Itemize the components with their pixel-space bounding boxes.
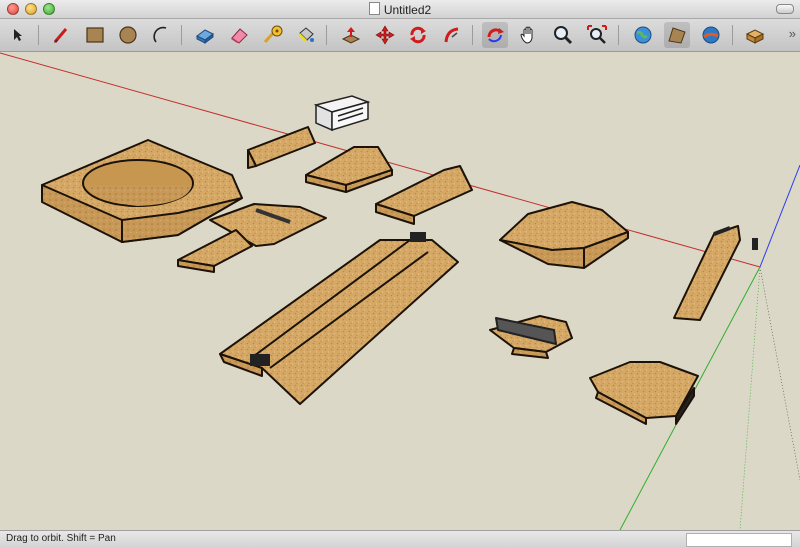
follow-me-icon[interactable]	[439, 22, 465, 48]
box-model[interactable]	[313, 95, 371, 132]
toolbar-toggle-button[interactable]	[776, 4, 794, 14]
get-models-icon[interactable]	[630, 22, 656, 48]
toolbar-separator	[618, 25, 619, 45]
status-bar: Drag to orbit. Shift = Pan	[0, 530, 800, 547]
title-bar: Untitled2	[0, 0, 800, 19]
share-model-icon[interactable]	[664, 22, 690, 48]
toolbar-separator	[326, 25, 327, 45]
toolbar-separator	[38, 25, 39, 45]
orbit-tool-icon[interactable]	[482, 22, 508, 48]
line-tool-icon[interactable]	[48, 22, 74, 48]
tape-measure-icon[interactable]	[260, 22, 286, 48]
paint-bucket-icon[interactable]	[293, 22, 319, 48]
model-viewport[interactable]	[0, 52, 800, 530]
toolbar-separator	[181, 25, 182, 45]
components-icon[interactable]	[742, 22, 768, 48]
green-axis-neg	[739, 266, 761, 530]
small-ramp-1[interactable]	[247, 126, 316, 169]
circle-tool-icon[interactable]	[115, 22, 141, 48]
grind-box[interactable]	[489, 315, 573, 359]
push-pull-icon[interactable]	[338, 22, 364, 48]
rail-ramp-right[interactable]	[673, 225, 758, 321]
bowl-ramp[interactable]	[41, 139, 243, 243]
eraser-tool-icon[interactable]	[226, 22, 252, 48]
zoom-extents-icon[interactable]	[584, 22, 610, 48]
toolbar-separator	[472, 25, 473, 45]
blue-axis	[759, 164, 800, 268]
status-hint: Drag to orbit. Shift = Pan	[6, 533, 116, 544]
move-tool-icon[interactable]	[372, 22, 398, 48]
toolbar: »	[0, 19, 800, 52]
rotate-tool-icon[interactable]	[405, 22, 431, 48]
select-tool-icon[interactable]	[4, 22, 30, 48]
google-earth-icon[interactable]	[698, 22, 724, 48]
arc-tool-icon[interactable]	[148, 22, 174, 48]
model-canvas[interactable]	[0, 52, 800, 530]
rectangle-tool-icon[interactable]	[82, 22, 108, 48]
kicker-ramp[interactable]	[305, 146, 393, 193]
window-title-text: Untitled2	[383, 3, 432, 17]
launch-ramp[interactable]	[589, 361, 699, 425]
window-title: Untitled2	[0, 2, 800, 17]
make-component-icon[interactable]	[192, 22, 218, 48]
document-icon	[368, 2, 380, 15]
toolbar-overflow-button[interactable]: »	[789, 26, 796, 41]
pan-tool-icon[interactable]	[516, 22, 542, 48]
blue-axis-neg	[759, 266, 800, 481]
long-ledge-ramp[interactable]	[219, 232, 459, 405]
pyramid-box[interactable]	[499, 201, 629, 269]
toolbar-separator	[732, 25, 733, 45]
zoom-tool-icon[interactable]	[550, 22, 576, 48]
measurements-box[interactable]	[686, 533, 792, 547]
